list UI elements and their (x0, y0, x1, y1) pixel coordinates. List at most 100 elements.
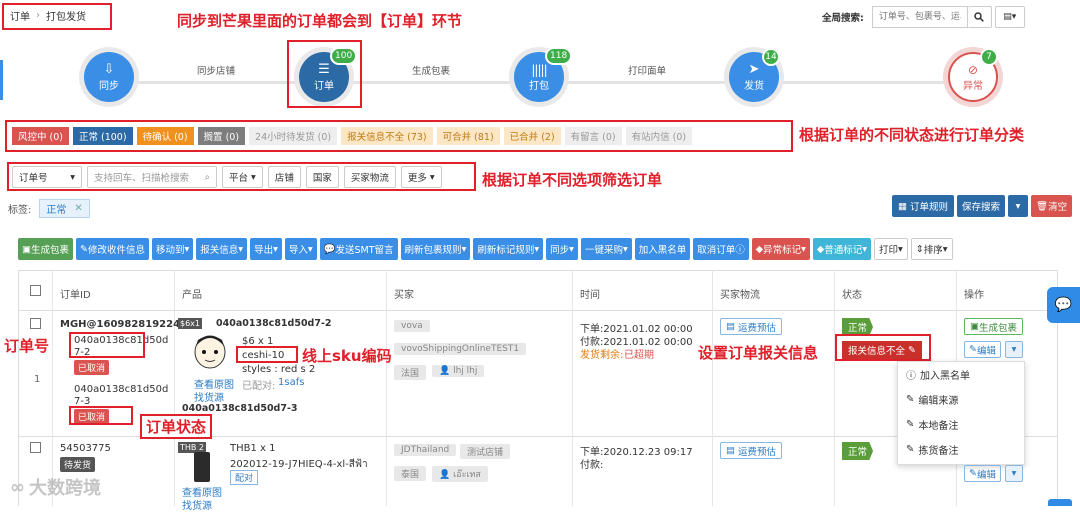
order-id[interactable]: 54503775 (60, 443, 111, 454)
buyer-platform: vova (394, 320, 430, 332)
one-click-purchase-label: 一键采购 (584, 245, 623, 256)
annotation-filters: 根据订单不同选项筛选订单 (482, 171, 663, 189)
matched-sku-link[interactable]: 1safs (278, 377, 304, 388)
sort-icon: ⇕ (915, 243, 924, 255)
order-rules-button[interactable]: ▦ 订单规则 (892, 195, 955, 217)
freight-estimate-button[interactable]: ▤ 运费预估 (720, 318, 783, 335)
header-time: 时间 (580, 290, 600, 301)
freight-estimate-button[interactable]: ▤ 运费预估 (720, 442, 783, 459)
move-to-button[interactable]: 移动到 ▾ (151, 238, 194, 260)
exception-mark-label: 异常标记 (763, 245, 802, 256)
edit-icon: ✎ (80, 243, 88, 255)
chat-bubble-icon: 💬 (1054, 297, 1073, 313)
edit-icon: ✎ (906, 444, 915, 455)
info-icon: ⓘ (735, 245, 745, 256)
customs-highlight (835, 334, 931, 361)
product-styles: styles : red s 2 (242, 364, 316, 375)
save-search-caret[interactable]: ▾ (1008, 195, 1029, 217)
refresh-tag-rules-button[interactable]: 刷新标记规则 ▾ (473, 238, 544, 260)
find-source-link[interactable]: 找货源 (194, 389, 224, 404)
export-button[interactable]: 导出 ▾ (250, 238, 282, 260)
global-search-input[interactable] (871, 6, 968, 28)
buyer-country: 法国 (394, 365, 427, 380)
print-label: 打印 (879, 245, 899, 256)
step-link-sync-shop[interactable]: 同步店铺 (197, 63, 235, 77)
step-exception-badge: 7 (980, 48, 998, 66)
sync-button[interactable]: 同步 ▾ (546, 238, 578, 260)
order-id[interactable]: MGH@1609828192243 (60, 319, 187, 330)
watermark: ∞ 大数跨境 (10, 474, 101, 500)
search-button[interactable] (967, 6, 992, 28)
blacklist-button[interactable]: 加入黑名单 (634, 238, 691, 260)
save-search-button[interactable]: 保存搜索 (957, 195, 1006, 217)
step-sync[interactable]: ⇩ 同步 (84, 52, 134, 102)
order-status-highlight (69, 406, 133, 425)
global-search-label: 全局搜索: (822, 13, 864, 24)
normal-mark-button[interactable]: ◆ 普通标记 ▾ (812, 238, 871, 260)
row-gen-package-button[interactable]: ▣ 生成包裹 (964, 318, 1023, 335)
package-icon: ▣ (22, 243, 31, 255)
menu-item-blacklist[interactable]: ⓘ 加入黑名单 (898, 362, 1024, 387)
find-source-link[interactable]: 找货源 (182, 497, 212, 512)
buyer-shop: 测试店铺 (460, 444, 511, 459)
menu-item-blacklist-label: 加入黑名单 (920, 371, 970, 382)
row-edit-button[interactable]: ✎ 编辑 (964, 341, 1001, 358)
chat-float-button[interactable]: 💬 (1047, 287, 1080, 323)
cancel-order-button[interactable]: 取消订单 ⓘ (693, 238, 749, 260)
clear-button[interactable]: 🗑 清空 (1031, 195, 1073, 217)
chat-icon: 💬 (323, 243, 336, 255)
product-code: 040a0138c81d50d7-3 (182, 403, 298, 414)
refresh-package-rules-button[interactable]: 刷新包裹规则 ▾ (400, 238, 471, 260)
buyer-name: เอ๊ะเทส (453, 470, 481, 480)
row-edit-button[interactable]: ✎ 编辑 (964, 465, 1001, 482)
step-link-print-label[interactable]: 打印面单 (628, 63, 666, 77)
match-button[interactable]: 配对 (230, 470, 259, 485)
row-edit-caret[interactable]: ▾ (1005, 341, 1023, 358)
product-image[interactable] (192, 332, 228, 374)
status-badge: 正常 (842, 442, 874, 460)
order-rules-label: 订单规则 (910, 202, 949, 213)
step-exception-label: 异常 (963, 80, 983, 92)
user-icon: 👤 (439, 366, 451, 376)
product-image[interactable] (194, 452, 210, 482)
breadcrumb-highlight (2, 3, 112, 30)
step-link-gen-package[interactable]: 生成包裹 (412, 63, 450, 77)
row-checkbox[interactable] (30, 318, 41, 329)
col-divider (712, 270, 713, 506)
row-checkbox[interactable] (30, 442, 41, 453)
tag-normal-chip[interactable]: 正常 ✕ (39, 199, 90, 218)
search-type-dropdown[interactable]: ▤▾ (994, 6, 1025, 28)
buyer-country: 泰国 (394, 466, 427, 481)
menu-item-pick-note[interactable]: ✎ 拣货备注 (898, 437, 1024, 462)
watermark-text: 大数跨境 (29, 478, 101, 499)
import-button[interactable]: 导入 ▾ (284, 238, 317, 260)
edit-address-button[interactable]: ✎ 修改收件信息 (76, 238, 149, 260)
menu-item-edit-source[interactable]: ✎ 编辑来源 (898, 387, 1024, 412)
calendar-icon: ▦ (898, 200, 907, 212)
search-icon (974, 12, 985, 22)
package-icon: ▣ (970, 321, 979, 332)
gen-package-button[interactable]: ▣ 生成包裹 (18, 238, 73, 260)
row-edit-label: 编辑 (976, 345, 996, 357)
smt-message-button[interactable]: 💬 发送SMT留言 (319, 238, 398, 260)
menu-item-edit-source-label: 编辑来源 (918, 396, 959, 407)
exception-mark-button[interactable]: ◆ 异常标记 ▾ (751, 238, 810, 260)
move-to-label: 移动到 (155, 245, 185, 256)
freight-estimate-label: 运费预估 (738, 322, 777, 334)
sort-label: 排序 (923, 245, 943, 256)
import-label: 导入 (288, 245, 308, 256)
close-icon[interactable]: ✕ (74, 203, 82, 214)
one-click-purchase-button[interactable]: 一键采购 ▾ (580, 238, 632, 260)
row-edit-caret[interactable]: ▾ (1005, 465, 1023, 482)
download-icon: ⇩ (103, 62, 115, 77)
select-all-checkbox[interactable] (30, 285, 41, 296)
customs-button[interactable]: 报关信息 ▾ (196, 238, 248, 260)
ship-left: 已超期 (624, 350, 654, 361)
pay-time: 付款: (580, 460, 604, 471)
thumb-label: $6x1 (178, 318, 203, 329)
print-button[interactable]: 打印 ▾ (874, 238, 908, 260)
scroll-top-button[interactable] (1048, 499, 1072, 506)
sub-order-id[interactable]: 040a0138c81d50d7-3 (74, 384, 174, 408)
menu-item-local-note[interactable]: ✎ 本地备注 (898, 412, 1024, 437)
sort-button[interactable]: ⇕ 排序 ▾ (910, 238, 953, 260)
